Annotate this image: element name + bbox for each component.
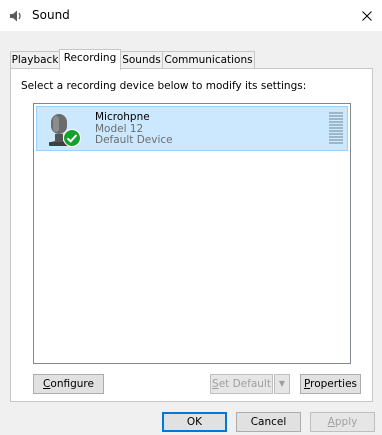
- window-title: Sound: [32, 8, 70, 22]
- close-button[interactable]: [352, 0, 382, 31]
- device-item-microphone[interactable]: Microhpne Model 12 Default Device: [36, 106, 348, 151]
- device-status: Default Device: [95, 134, 173, 146]
- set-default-dropdown[interactable]: ▼: [274, 374, 290, 394]
- recording-panel: Select a recording device below to modif…: [10, 68, 373, 402]
- configure-button[interactable]: Configure: [33, 374, 104, 394]
- title-bar[interactable]: Sound: [0, 0, 382, 31]
- close-icon: [362, 10, 372, 21]
- speaker-icon: [10, 10, 21, 22]
- cancel-button[interactable]: Cancel: [236, 412, 301, 432]
- device-list[interactable]: Microhpne Model 12 Default Device: [33, 103, 351, 364]
- tab-communications[interactable]: Communications: [162, 51, 255, 68]
- properties-button[interactable]: Properties: [300, 374, 361, 394]
- instruction-text: Select a recording device below to modif…: [21, 80, 307, 92]
- tab-sounds[interactable]: Sounds: [120, 51, 163, 68]
- chevron-down-icon: ▼: [278, 379, 286, 388]
- tab-recording[interactable]: Recording: [59, 49, 121, 70]
- device-name: Microhpne: [95, 111, 150, 123]
- level-meter: [329, 112, 343, 146]
- ok-button[interactable]: OK: [162, 412, 227, 432]
- green-check-icon: [63, 129, 81, 147]
- apply-button[interactable]: Apply: [310, 412, 375, 432]
- tab-playback[interactable]: Playback: [10, 51, 60, 68]
- set-default-button[interactable]: Set Default: [210, 374, 273, 394]
